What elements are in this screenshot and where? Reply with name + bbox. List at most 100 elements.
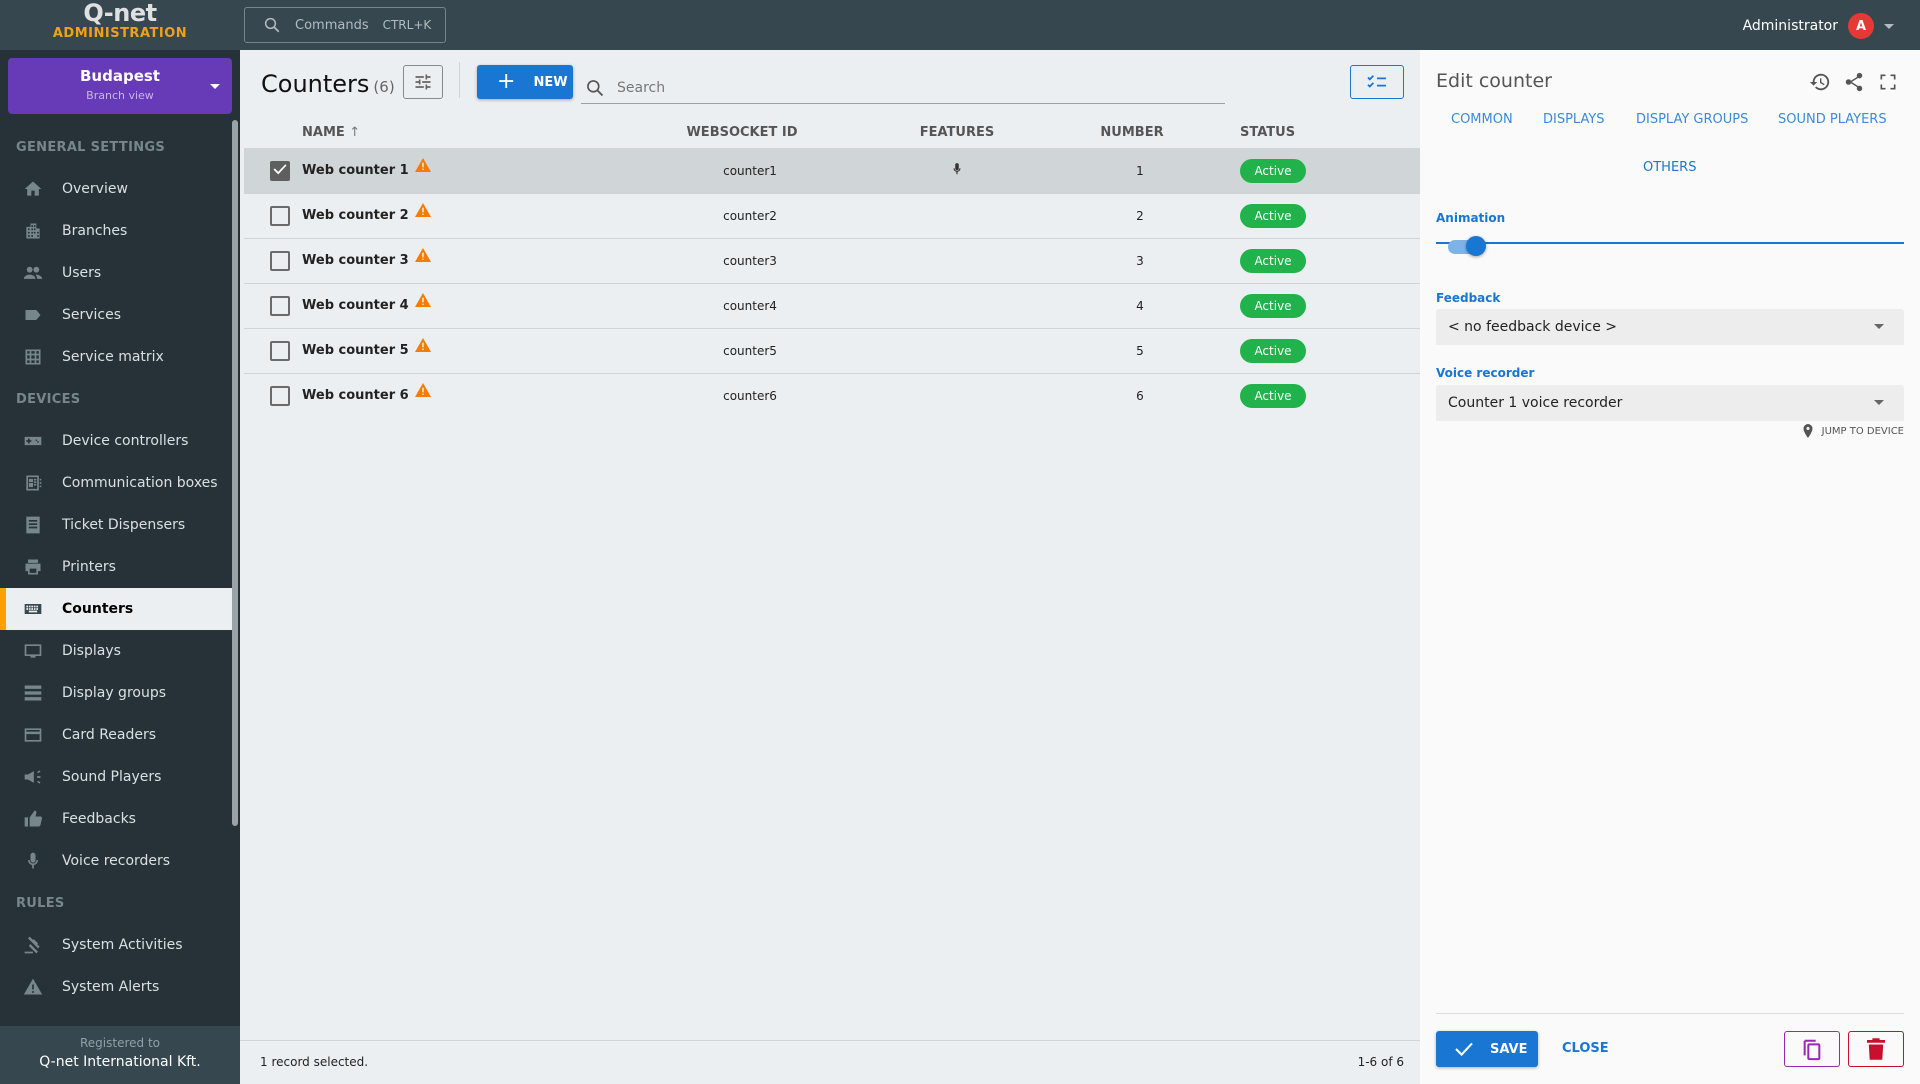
new-counter-button[interactable]: + NEW [477, 65, 573, 99]
column-header-features[interactable]: FEATURES [852, 118, 1062, 148]
column-header-websocket-id[interactable]: WEBSOCKET ID [632, 118, 852, 148]
duplicate-button[interactable] [1784, 1031, 1840, 1067]
row-checkbox[interactable] [270, 385, 290, 406]
row-checkbox[interactable] [270, 340, 290, 361]
row-checkbox[interactable] [270, 205, 290, 226]
status-cell: Active [1202, 192, 1420, 238]
search-field [581, 72, 1225, 104]
tab-display-groups[interactable]: DISPLAY GROUPS [1636, 112, 1748, 127]
table-row[interactable]: Web counter 3 counter3 3 Active [244, 237, 1420, 283]
top-bar: Q-net ADMINISTRATION Commands CTRL+K Adm… [0, 0, 1920, 50]
branch-selector[interactable]: Budapest Branch view [8, 58, 232, 114]
sidebar-item-label: Users [62, 265, 102, 281]
history-icon[interactable] [1808, 70, 1832, 94]
websocket-id-cell: counter4 [632, 282, 852, 328]
filter-button[interactable] [403, 65, 443, 99]
row-checkbox[interactable] [270, 250, 290, 271]
page-title: Counters (6) [261, 70, 395, 98]
feedback-label: Feedback [1436, 291, 1501, 305]
features-cell [852, 192, 1062, 238]
sidebar-item-sound-players[interactable]: Sound Players [0, 756, 232, 798]
close-button[interactable]: CLOSE [1562, 1041, 1609, 1056]
features-cell [852, 372, 1062, 418]
sidebar-item-communication-boxes[interactable]: Communication boxes [0, 462, 232, 504]
registration-info: Registered to Q-net International Kft. [0, 1026, 240, 1084]
sidebar-item-printers[interactable]: Printers [0, 546, 232, 588]
delete-button[interactable] [1848, 1031, 1904, 1067]
share-icon[interactable] [1842, 70, 1866, 94]
sidebar-item-service-matrix[interactable]: Service matrix [0, 336, 232, 378]
sidebar-item-branches[interactable]: Branches [0, 210, 232, 252]
chevron-down-icon [1884, 23, 1894, 29]
gavel-icon [22, 934, 44, 956]
counter-name: Web counter 6 [302, 388, 409, 404]
tab-others[interactable]: OTHERS [1643, 160, 1696, 175]
sidebar-nav: GENERAL SETTINGS Overview Branches Users… [0, 126, 232, 1008]
sidebar-item-system-alerts[interactable]: System Alerts [0, 966, 232, 1008]
copy-icon [1803, 1039, 1821, 1061]
table-row[interactable]: Web counter 1 counter1 1 Active [244, 147, 1420, 193]
status-badge: Active [1240, 383, 1306, 408]
row-checkbox[interactable] [270, 295, 290, 316]
search-input[interactable] [617, 79, 1177, 96]
column-header-label: NAME [302, 125, 345, 141]
sort-ascending-icon: ↑ [349, 125, 361, 141]
sidebar-item-display-groups[interactable]: Display groups [0, 672, 232, 714]
fullscreen-icon[interactable] [1876, 70, 1900, 94]
table-row[interactable]: Web counter 4 counter4 4 Active [244, 282, 1420, 328]
user-menu[interactable]: Administrator A [1743, 13, 1894, 39]
sidebar-item-overview[interactable]: Overview [0, 168, 232, 210]
number-cell: 1 [1062, 147, 1202, 193]
sidebar-item-card-readers[interactable]: Card Readers [0, 714, 232, 756]
counter-name: Web counter 4 [302, 298, 409, 313]
features-cell [852, 327, 1062, 373]
sidebar-scrollbar[interactable] [232, 120, 238, 826]
sidebar-item-services[interactable]: Services [0, 294, 232, 336]
sidebar-item-users[interactable]: Users [0, 252, 232, 294]
column-header-status[interactable]: STATUS [1202, 118, 1420, 148]
microphone-icon [22, 850, 44, 872]
column-select-button[interactable] [1350, 65, 1404, 99]
sidebar-item-label: System Activities [62, 937, 183, 953]
warning-icon [414, 247, 431, 266]
features-cell [852, 147, 1062, 193]
save-button[interactable]: SAVE [1436, 1031, 1538, 1067]
tab-sound-players[interactable]: SOUND PLAYERS [1778, 112, 1887, 127]
warning-icon [414, 382, 431, 401]
tab-displays[interactable]: DISPLAYS [1543, 112, 1605, 127]
section-general-settings: GENERAL SETTINGS [16, 140, 166, 155]
row-checkbox[interactable] [270, 160, 290, 181]
sidebar-item-system-activities[interactable]: System Activities [0, 924, 232, 966]
sidebar-item-displays[interactable]: Displays [0, 630, 232, 672]
check-icon [273, 163, 287, 178]
sidebar-item-label: Voice recorders [62, 853, 171, 869]
column-header-number[interactable]: NUMBER [1062, 118, 1202, 148]
sidebar-item-voice-recorders[interactable]: Voice recorders [0, 840, 232, 882]
app-logo[interactable]: Q-net ADMINISTRATION [0, 0, 240, 50]
tab-common[interactable]: COMMON [1451, 112, 1513, 127]
table-row[interactable]: Web counter 6 counter6 6 Active [244, 372, 1420, 418]
table-header-row: NAME ↑ WEBSOCKET ID FEATURES NUMBER STAT… [244, 118, 1420, 148]
feedback-select[interactable]: < no feedback device > [1436, 309, 1904, 345]
table-row[interactable]: Web counter 5 counter5 5 Active [244, 327, 1420, 373]
registered-company: Q-net International Kft. [39, 1054, 201, 1070]
status-cell: Active [1202, 147, 1420, 193]
toggle-knob [1466, 236, 1486, 256]
column-header-name[interactable]: NAME ↑ [302, 118, 632, 148]
sidebar-item-device-controllers[interactable]: Device controllers [0, 420, 232, 462]
counter-name: Web counter 2 [302, 208, 409, 223]
voice-recorder-select[interactable]: Counter 1 voice recorder [1436, 385, 1904, 421]
sidebar-item-ticket-dispensers[interactable]: Ticket Dispensers [0, 504, 232, 546]
grid-icon [22, 346, 44, 368]
sidebar-item-feedbacks[interactable]: Feedbacks [0, 798, 232, 840]
table-row[interactable]: Web counter 2 counter2 2 Active [244, 192, 1420, 238]
animation-toggle[interactable] [1448, 236, 1486, 256]
building-icon [22, 220, 44, 242]
sidebar-item-counters[interactable]: Counters [0, 588, 232, 630]
jump-to-device-link[interactable]: JUMP TO DEVICE [1802, 424, 1904, 438]
sidebar-item-label: Services [62, 307, 122, 323]
websocket-id-cell: counter3 [632, 237, 852, 283]
record-count: (6) [373, 78, 395, 96]
commands-search-button[interactable]: Commands CTRL+K [244, 7, 446, 43]
row-checkbox-cell [244, 372, 302, 418]
